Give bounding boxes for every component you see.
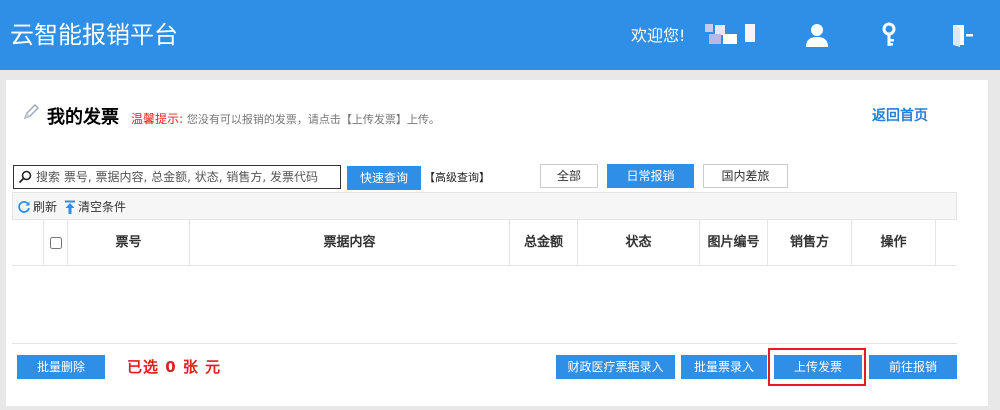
invoice-table-header: 票号 票据内容 总金额 状态 图片编号 销售方 操作 [12, 220, 957, 266]
selected-count-text: 已选 0 张 元 [127, 358, 222, 376]
user-icon[interactable] [804, 22, 830, 48]
go-reimburse-button[interactable]: 前往报销 [869, 355, 957, 379]
search-icon [18, 170, 32, 184]
search-input[interactable] [36, 168, 338, 186]
user-name-avatar [705, 24, 757, 46]
finance-medical-entry-button[interactable]: 财政医疗票据录入 [556, 355, 675, 379]
refresh-icon [18, 201, 30, 213]
app-title: 云智能报销平台 [10, 21, 178, 49]
batch-invoice-entry-button[interactable]: 批量票录入 [681, 355, 767, 379]
hint-label: 温馨提示: [131, 112, 184, 126]
col-invoice-number[interactable]: 票号 [68, 220, 190, 266]
hint-message: 温馨提示: 您没有可以报销的发票，请点击【上传发票】上传。 [131, 110, 440, 129]
col-invoice-content[interactable]: 票据内容 [190, 220, 510, 266]
clear-conditions-label: 清空条件 [78, 200, 127, 214]
hint-text: 您没有可以报销的发票，请点击【上传发票】上传。 [186, 113, 440, 126]
select-all-cell [44, 220, 68, 266]
col-status[interactable]: 状态 [578, 220, 700, 266]
pencil-icon [22, 103, 40, 121]
quick-search-button[interactable]: 快速查询 [347, 166, 421, 190]
logout-icon[interactable] [950, 22, 976, 48]
back-home-link[interactable]: 返回首页 [872, 106, 928, 126]
key-icon[interactable] [876, 22, 902, 48]
select-all-checkbox[interactable] [49, 236, 62, 249]
refresh-button[interactable]: 刷新 [17, 199, 57, 215]
row-number-header [12, 220, 44, 266]
top-bar: 云智能报销平台 欢迎您! [0, 0, 1000, 70]
filter-domestic-travel[interactable]: 国内差旅 [703, 164, 788, 188]
footer-divider [12, 343, 957, 344]
welcome-text: 欢迎您! [631, 26, 686, 45]
clear-conditions-button[interactable]: 清空条件 [64, 199, 126, 215]
scroll-gutter [936, 220, 957, 266]
upload-highlight-frame [768, 348, 866, 386]
batch-delete-button[interactable]: 批量删除 [17, 355, 105, 379]
filter-all[interactable]: 全部 [540, 164, 598, 188]
clear-up-arrow-icon [65, 200, 75, 214]
col-seller[interactable]: 销售方 [768, 220, 852, 266]
advanced-search-link[interactable]: 【高级查询】 [424, 170, 490, 186]
search-box[interactable] [13, 165, 341, 189]
col-total-amount[interactable]: 总金额 [510, 220, 578, 266]
filter-daily-reimbursement[interactable]: 日常报销 [607, 164, 694, 188]
col-actions[interactable]: 操作 [852, 220, 936, 266]
col-image-number[interactable]: 图片编号 [700, 220, 768, 266]
refresh-label: 刷新 [33, 200, 58, 214]
table-toolbar: 刷新 清空条件 [12, 192, 957, 220]
page-title: 我的发票 [47, 107, 119, 128]
